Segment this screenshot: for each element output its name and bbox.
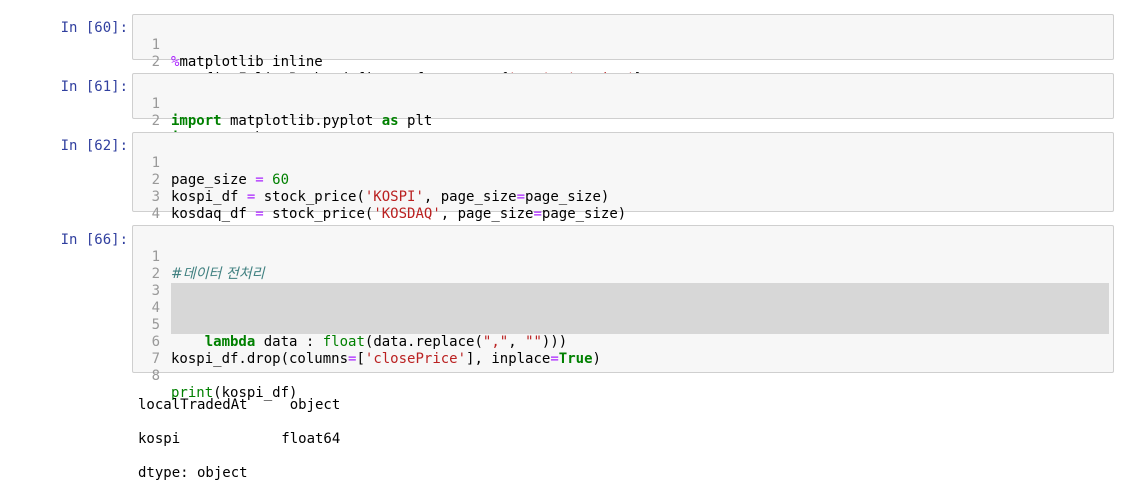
code-line: 1 import matplotlib.pyplot as plt	[133, 79, 1113, 129]
code-line: 1 #데이터 전처리	[133, 232, 1113, 282]
code-line: 1 %matplotlib inline	[133, 20, 1113, 70]
line-number: 2	[151, 54, 160, 70]
code-line: 8 print(kospi_df)	[133, 351, 1113, 401]
code-line: 2 import seaborn as sns	[133, 96, 1113, 146]
code-text: import matplotlib.pyplot as plt	[171, 113, 433, 129]
cell-prompt: In [60]:	[60, 20, 128, 36]
code-editor[interactable]: 1 #데이터 전처리 2 print(kospi_df.dtypes) 3 4 …	[132, 225, 1114, 401]
output-line: dtype: object	[138, 465, 248, 481]
code-line: 3 kosdaq_df = stock_price('KOSDAQ', page…	[133, 172, 1113, 222]
cell-prompt: In [62]:	[60, 138, 128, 154]
code-text: %matplotlib inline	[171, 54, 323, 70]
code-line: 4	[133, 189, 1113, 222]
code-line-selected: 5 lambda data : float(data.replace(",", …	[152, 300, 1109, 350]
code-editor[interactable]: 1 import matplotlib.pyplot as plt 2 impo…	[132, 73, 1114, 146]
code-line: 1 page_size = 60	[133, 138, 1113, 188]
code-line: 2 print(kospi_df.dtypes)	[133, 249, 1113, 299]
code-line: 7	[133, 334, 1113, 367]
cell-prompt: In [61]:	[60, 79, 128, 95]
output-line: localTradedAt object	[138, 397, 341, 413]
code-line-selected: 6 kospi_df.drop(columns=['closePrice'], …	[152, 317, 1109, 367]
line-number: 4	[151, 206, 160, 222]
cell-prompt: In [66]:	[60, 232, 128, 248]
code-line-selected: 4 kospi_df["kospi"] = kospi_df['closePri…	[152, 283, 1109, 333]
line-number: 5	[151, 317, 160, 333]
code-line: 2 kospi_df = stock_price('KOSPI', page_s…	[133, 155, 1113, 205]
code-text: kosdaq_df = stock_price('KOSDAQ', page_s…	[171, 206, 627, 222]
line-number: 3	[151, 283, 160, 299]
code-editor[interactable]: 1 page_size = 60 2 kospi_df = stock_pric…	[132, 132, 1114, 222]
code-editor[interactable]: 1 %matplotlib inline 2 %config InlineBac…	[132, 14, 1114, 87]
code-line: 3	[133, 266, 1113, 299]
code-line: 2 %config InlineBackend.figure_formats =…	[133, 37, 1113, 87]
line-number: 4	[151, 300, 160, 316]
line-number: 2	[151, 113, 160, 129]
